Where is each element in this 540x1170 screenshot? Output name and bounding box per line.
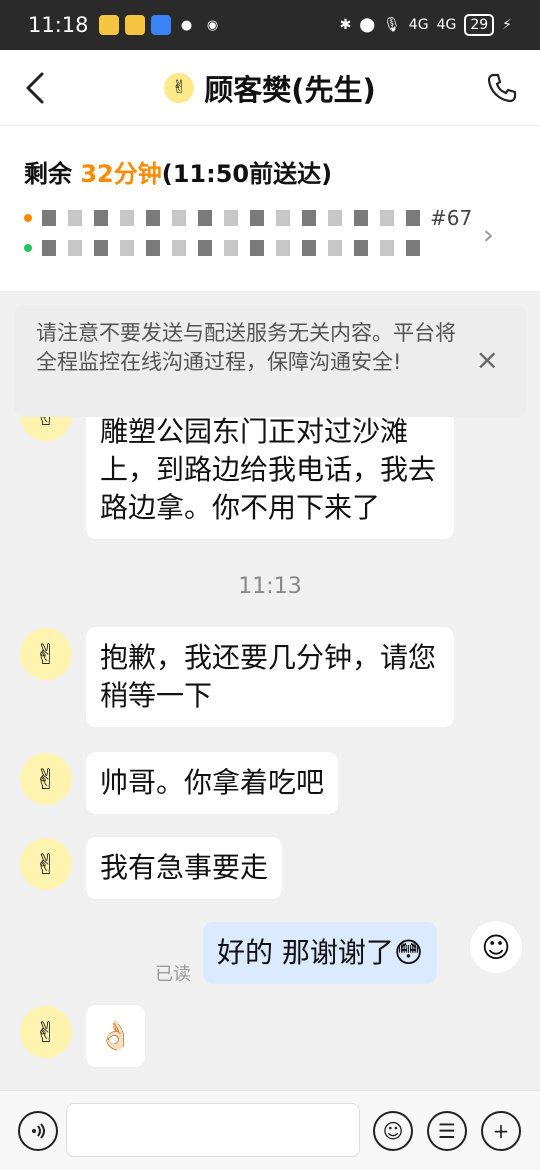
message-bubble[interactable]: 帅哥。你拿着吃吧 <box>86 752 339 814</box>
pickup-dot-icon <box>24 214 32 222</box>
message-bubble[interactable]: 抱歉，我还要几分钟，请您稍等一下 <box>86 627 454 727</box>
bluetooth-icon: ✱ <box>339 17 352 33</box>
charging-icon: ⚡ <box>502 17 512 33</box>
message-bubble[interactable]: 我有急事要走 <box>86 837 283 899</box>
voice-icon[interactable] <box>18 1111 58 1151</box>
voice-wave-icon <box>32 1123 45 1139</box>
status-time: 11:18 <box>28 13 89 37</box>
plus-icon[interactable]: + <box>481 1111 521 1151</box>
redacted-text <box>42 210 420 226</box>
remaining-minutes: 32分钟 <box>80 160 162 188</box>
delivery-address <box>24 240 422 256</box>
chat-header: ✌ 顾客樊(先生) <box>0 50 540 126</box>
close-icon[interactable]: × <box>476 345 499 374</box>
page-title: 顾客樊(先生) <box>204 72 376 107</box>
phone-icon[interactable] <box>486 72 518 104</box>
my-message-bubble[interactable]: 好的 那谢谢了😳 <box>203 922 438 984</box>
location-icon: ⬤ <box>359 17 376 33</box>
mic-icon: 🎙 <box>383 17 401 33</box>
input-bar: ☺ ☰ + <box>0 1090 540 1170</box>
back-arrow-icon[interactable] <box>22 70 52 106</box>
battery-icon: 29 <box>464 14 495 36</box>
redacted-text <box>42 240 422 256</box>
notice-text: 请注意不要发送与配送服务无关内容。平台将全程监控在线沟通过程，保障沟通安全! <box>36 321 456 374</box>
list-icon[interactable]: ☰ <box>427 1111 467 1151</box>
my-avatar: ☺ <box>470 921 522 973</box>
eye-icon: ◉ <box>206 17 219 33</box>
customer-avatar: ✌ <box>20 753 72 805</box>
customer-avatar: ✌ <box>20 1006 72 1058</box>
notice-banner: 请注意不要发送与配送服务无关内容。平台将全程监控在线沟通过程，保障沟通安全! × <box>14 305 527 417</box>
signal-icon: 4G <box>408 17 429 33</box>
order-number: #67 <box>430 206 473 230</box>
order-info-card[interactable]: 剩余 32分钟(11:50前送达) #67 › <box>0 126 540 291</box>
message-input[interactable] <box>66 1103 360 1157</box>
message-bubble[interactable]: 👌🏻 <box>86 1005 145 1067</box>
status-notification-icons: ● ◉ <box>98 15 223 35</box>
app-icon <box>98 15 119 35</box>
status-system-icons: ✱ ⬤ 🎙 4G 4G 29 ⚡ <box>340 14 512 36</box>
remaining-time: 剩余 32分钟(11:50前送达) <box>24 160 333 188</box>
app-icon <box>150 15 171 35</box>
contact-avatar: ✌ <box>164 72 195 103</box>
pickup-address: #67 <box>24 206 472 230</box>
read-status: 已读 <box>155 964 191 985</box>
delivery-dot-icon <box>24 244 32 252</box>
app-icon <box>124 15 145 35</box>
status-bar: 11:18 ● ◉ ✱ ⬤ 🎙 4G 4G 29 ⚡ <box>0 0 540 50</box>
chat-timestamp: 11:13 <box>238 574 302 599</box>
message-bubble[interactable]: 雕塑公园东门正对过沙滩上，到路边给我电话，我去路边拿。你不用下来了 <box>86 401 454 539</box>
customer-avatar: ✌ <box>20 628 72 680</box>
chevron-right-icon: › <box>482 218 494 251</box>
header-title-group: ✌ 顾客樊(先生) <box>164 67 376 109</box>
incognito-icon: ● <box>180 17 193 33</box>
customer-avatar: ✌ <box>20 838 72 890</box>
signal-icon: 4G <box>436 17 457 33</box>
emoji-icon[interactable]: ☺ <box>373 1111 413 1151</box>
